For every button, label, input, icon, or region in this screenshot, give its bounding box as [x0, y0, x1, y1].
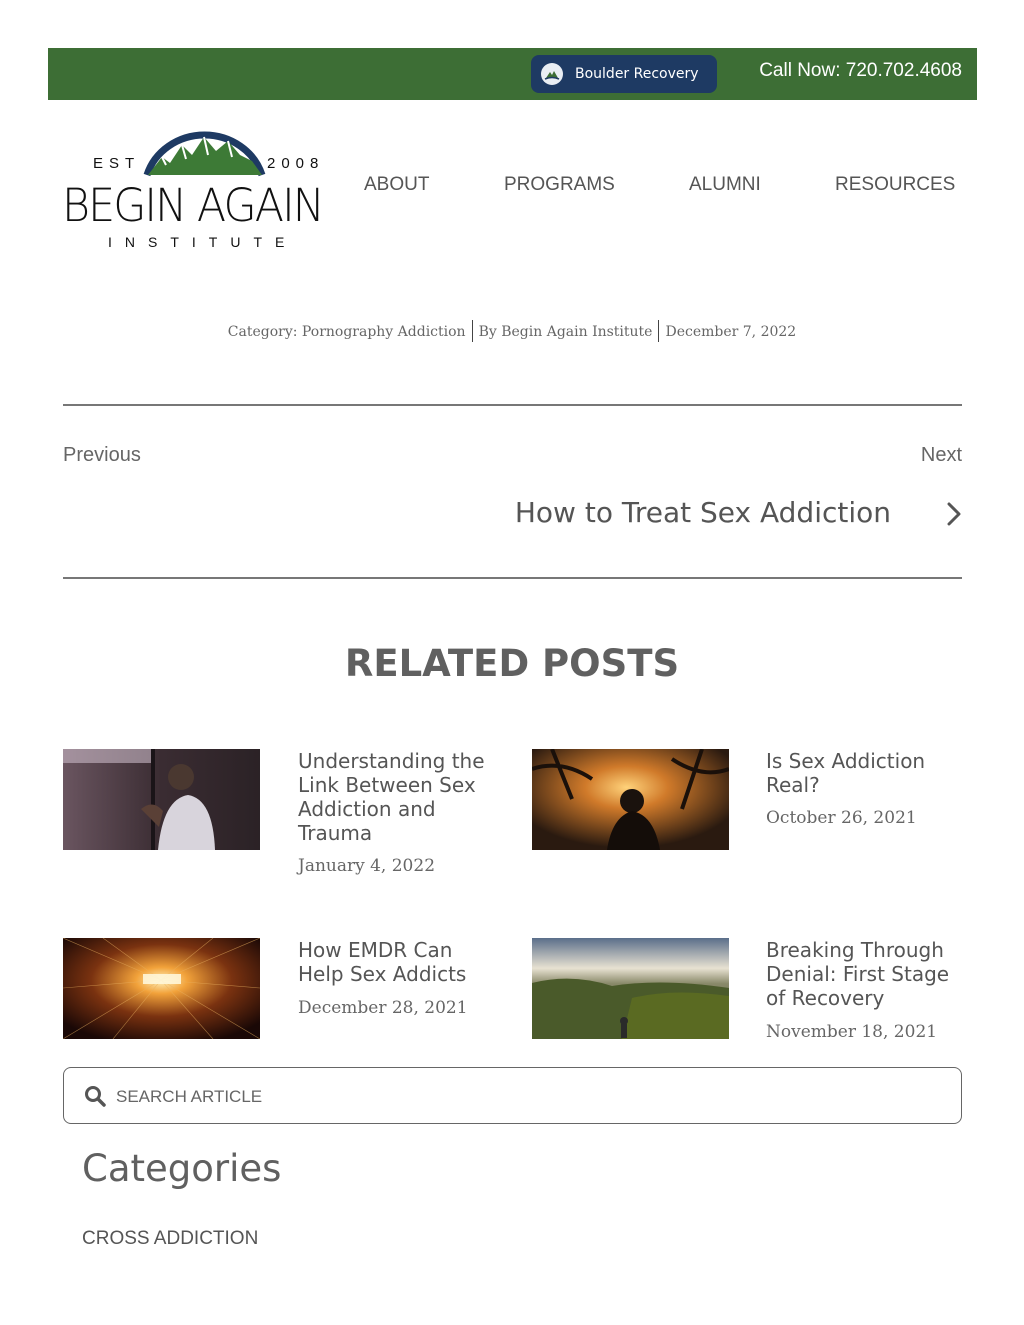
- related-post-title[interactable]: Breaking Through Denial: First Stage of …: [766, 938, 966, 1010]
- post-category[interactable]: Category: Pornography Addiction: [228, 324, 466, 340]
- logo-year-text: 2008: [267, 155, 325, 172]
- post-author[interactable]: By Begin Again Institute: [479, 324, 653, 340]
- related-post-title[interactable]: Understanding the Link Between Sex Addic…: [298, 749, 498, 845]
- meta-divider: [471, 320, 473, 342]
- previous-link[interactable]: Previous: [63, 444, 141, 467]
- post-meta: Category: Pornography Addiction By Begin …: [0, 320, 1024, 342]
- boulder-recovery-button[interactable]: Boulder Recovery: [531, 55, 717, 93]
- site-logo[interactable]: EST 2008 BEGIN AGAIN INSTITUTE: [62, 117, 342, 257]
- post-thumbnail[interactable]: [532, 749, 729, 850]
- boulder-recovery-label: Boulder Recovery: [575, 66, 699, 82]
- next-link[interactable]: Next: [921, 444, 962, 467]
- search-input[interactable]: [114, 1080, 938, 1114]
- nav-resources[interactable]: RESOURCES: [835, 174, 955, 196]
- search-icon[interactable]: [84, 1085, 106, 1107]
- post-date: December 7, 2022: [665, 324, 797, 340]
- divider-bottom: [63, 577, 962, 579]
- related-post-title[interactable]: How EMDR Can Help Sex Addicts: [298, 938, 498, 986]
- chevron-right-icon[interactable]: [944, 501, 964, 527]
- nav-programs[interactable]: PROGRAMS: [504, 174, 615, 196]
- logo-est-text: EST: [93, 155, 141, 172]
- related-post-date: November 18, 2021: [766, 1022, 938, 1042]
- post-thumbnail[interactable]: [63, 938, 260, 1039]
- meta-divider: [658, 320, 660, 342]
- logo-name-text: BEGIN AGAIN: [62, 179, 325, 232]
- search-box: [63, 1067, 962, 1124]
- post-thumbnail[interactable]: [63, 749, 260, 850]
- related-post-title[interactable]: Is Sex Addiction Real?: [766, 749, 966, 797]
- mountain-logo-icon: [143, 131, 266, 177]
- boulder-recovery-logo-icon: [541, 63, 563, 85]
- logo-subtitle-text: INSTITUTE: [108, 234, 298, 250]
- related-posts-heading: RELATED POSTS: [344, 642, 680, 685]
- post-thumbnail[interactable]: [532, 938, 729, 1039]
- nav-about[interactable]: ABOUT: [364, 174, 429, 196]
- related-post-date: December 28, 2021: [298, 998, 468, 1018]
- categories-heading: Categories: [82, 1147, 282, 1190]
- category-cross-addiction[interactable]: CROSS ADDICTION: [82, 1228, 258, 1250]
- top-bar: Boulder Recovery Call Now: 720.702.4608: [48, 48, 977, 100]
- related-post-date: October 26, 2021: [766, 808, 917, 828]
- next-post-title[interactable]: How to Treat Sex Addiction: [515, 496, 891, 529]
- related-post-date: January 4, 2022: [298, 856, 436, 876]
- divider-top: [63, 404, 962, 406]
- call-now-link[interactable]: Call Now: 720.702.4608: [759, 60, 962, 82]
- nav-alumni[interactable]: ALUMNI: [689, 174, 761, 196]
